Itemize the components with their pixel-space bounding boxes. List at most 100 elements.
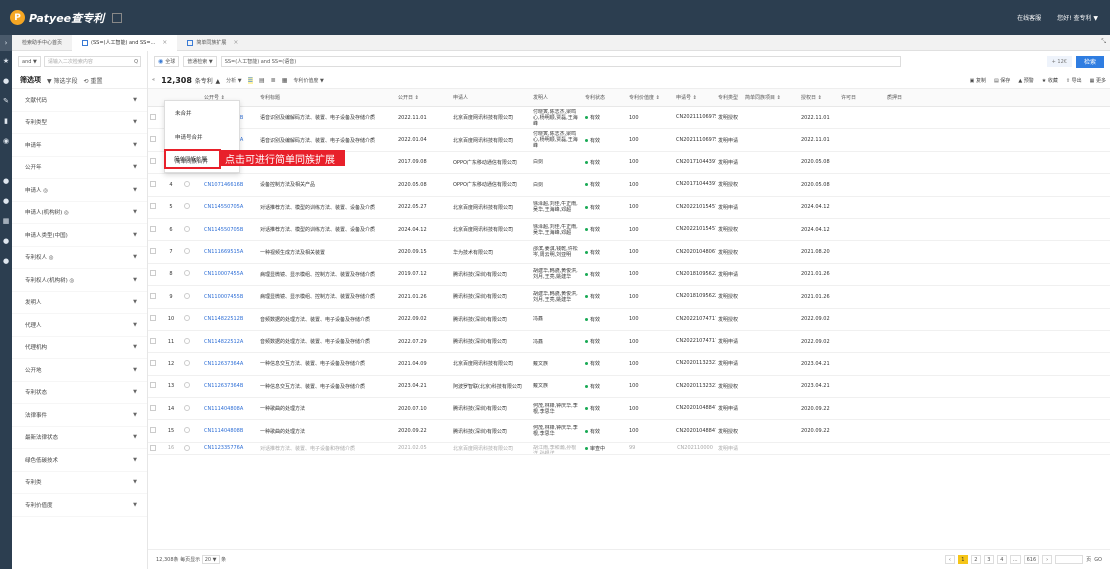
radio-icon[interactable]	[184, 248, 190, 255]
radio-icon[interactable]	[184, 444, 190, 451]
page-button[interactable]: 4	[996, 555, 1007, 564]
column-header[interactable]: 申请号 ⇕	[674, 94, 716, 101]
table-row[interactable]: 7 CN111669515A 一种视频生成方法及相关装置 2020.09.15 华为技术…	[148, 241, 1110, 264]
search-mode-select[interactable]: and ▼	[18, 56, 41, 67]
publication-number-link[interactable]: CN110007455A	[202, 271, 258, 277]
patent-title[interactable]: 语音识别及编解码方法、装置、电子设备及存储介质	[258, 137, 396, 144]
radio-icon[interactable]	[184, 292, 190, 299]
applicant[interactable]: OPPO广东移动通信有限公司	[451, 181, 531, 188]
row-checkbox[interactable]	[148, 136, 160, 144]
applicant[interactable]: 北京百度网讯科技有限公司	[451, 204, 531, 211]
close-icon[interactable]: ×	[233, 39, 238, 46]
filter-item[interactable]: 法律事件 ▼	[12, 404, 147, 427]
publication-number-link[interactable]: CN114822512B	[202, 316, 258, 322]
applicant[interactable]: 北京百度网讯科技有限公司	[451, 226, 531, 233]
publication-number-link[interactable]: CN112637364A	[202, 361, 258, 367]
filter-item[interactable]: 绿色低碳技术 ▼	[12, 449, 147, 472]
row-checkbox[interactable]	[148, 337, 160, 346]
rail-nav-icon[interactable]: ●	[0, 251, 12, 271]
checkbox-icon[interactable]	[150, 359, 156, 366]
checkbox-icon[interactable]	[150, 404, 156, 411]
checkbox-icon[interactable]	[150, 292, 156, 299]
column-header[interactable]: 专利价值度 ⇕	[627, 94, 674, 101]
checkbox-icon[interactable]	[150, 203, 156, 210]
checkbox-icon[interactable]	[150, 382, 156, 389]
scope-select[interactable]: ◉ 全球	[154, 56, 180, 67]
patent-title[interactable]: 一种歌曲的处理方法	[258, 428, 396, 435]
row-checkbox[interactable]	[148, 225, 160, 234]
collapse-panel-icon[interactable]: «	[152, 77, 155, 83]
row-radio[interactable]	[182, 225, 202, 234]
checkbox-icon[interactable]	[150, 427, 156, 434]
secondary-search-input[interactable]: 请输入二次检索内容 Q	[43, 56, 141, 67]
filter-item[interactable]: 专利状态 ▼	[12, 382, 147, 404]
row-radio[interactable]	[182, 337, 202, 346]
detail-view-icon[interactable]: ≣	[271, 77, 276, 84]
patent-title[interactable]: 病理显微镜、显示模组、控制方法、装置及存储介质	[258, 293, 396, 300]
option-no-merge[interactable]: 未合并	[165, 101, 239, 125]
radio-icon[interactable]	[184, 404, 190, 411]
checkbox-icon[interactable]	[150, 113, 156, 120]
favorite-button[interactable]: ★ 收藏	[1042, 77, 1058, 84]
app-logo[interactable]: P Patyee查专利	[10, 10, 123, 26]
filter-fields-button[interactable]: ▼ 筛选字段	[47, 76, 78, 85]
rail-nav-icon[interactable]: ›	[0, 35, 12, 51]
publication-number-link[interactable]: CN114550705B	[202, 227, 258, 233]
row-checkbox[interactable]	[148, 427, 160, 435]
filter-item[interactable]: 公开地 ▼	[12, 359, 147, 382]
option-family-expand[interactable]: 简单同族扩展	[164, 149, 221, 169]
rail-nav-icon[interactable]: ✎	[0, 91, 12, 111]
search-icon[interactable]: Q	[134, 59, 138, 65]
row-radio[interactable]	[182, 180, 202, 189]
rail-nav-icon[interactable]: ●	[0, 191, 12, 211]
publication-number-link[interactable]: CN112637364B	[202, 383, 258, 389]
table-row[interactable]: 11 CN114822512A 音频数据的处理方法、装置、电子设备及存储介质 2022…	[148, 331, 1110, 354]
more-button[interactable]: ▦ 更多	[1090, 77, 1106, 84]
applicant[interactable]: 阿波罗智联(北京)科技有限公司	[451, 383, 531, 390]
patent-title[interactable]: 一种视频生成方法及相关装置	[258, 249, 396, 256]
row-radio[interactable]	[182, 203, 202, 211]
page-button[interactable]: 616	[1023, 555, 1040, 564]
patent-title[interactable]: 音频数据的处理方法、装置、电子设备及存储介质	[258, 316, 396, 323]
reset-button[interactable]: ⟲ 重置	[84, 76, 103, 85]
applicant[interactable]: 腾讯科技(深圳)有限公司	[451, 293, 531, 300]
filter-item[interactable]: 代理机构 ▼	[12, 337, 147, 359]
row-checkbox[interactable]	[148, 404, 160, 413]
checkbox-icon[interactable]	[150, 136, 156, 143]
radio-icon[interactable]	[184, 270, 190, 277]
page-input[interactable]	[1055, 555, 1084, 564]
table-row[interactable]: 5 CN114550705A 对话推荐方法、模型的训练方法、装置、设备及介质 2022…	[148, 197, 1110, 219]
row-checkbox[interactable]	[148, 315, 160, 323]
alert-button[interactable]: ▲ 预警	[1018, 77, 1033, 84]
table-row[interactable]: 6 CN114550705B 对话推荐方法、模型的训练方法、装置、设备及介质 2024…	[148, 219, 1110, 242]
save-button[interactable]: ▤ 保存	[994, 77, 1010, 84]
tab-search-results[interactable]: (SS=(人工智能) and SS=... ×	[72, 34, 178, 51]
row-checkbox[interactable]	[148, 359, 160, 368]
filter-item[interactable]: 专利价值度 ▼	[12, 494, 147, 517]
row-radio[interactable]	[182, 404, 202, 413]
row-radio[interactable]	[182, 444, 202, 453]
checkbox-icon[interactable]	[150, 158, 156, 165]
table-view-icon[interactable]: ▤	[259, 77, 265, 84]
filter-item[interactable]: 发明人 ▼	[12, 292, 147, 314]
rail-nav-icon[interactable]: ●	[0, 171, 12, 191]
sort-select[interactable]: 专利价值度 ▼	[293, 77, 323, 84]
patent-title[interactable]: 一种信息交互方法、装置、电子设备及存储介质	[258, 383, 396, 390]
table-row[interactable]: 1CN113889076B语音识别及编解码方法、装置、电子设备及存储介质2022…	[148, 107, 1110, 130]
rail-nav-icon[interactable]: ●	[0, 71, 12, 91]
row-radio[interactable]	[182, 270, 202, 278]
radio-icon[interactable]	[184, 382, 190, 389]
tab-home[interactable]: 检索助手中心首页	[12, 35, 72, 51]
radio-icon[interactable]	[184, 180, 190, 187]
applicant[interactable]: 腾讯科技(深圳)有限公司	[451, 428, 531, 435]
publication-number-link[interactable]: CN110007455B	[202, 294, 258, 300]
applicant[interactable]: 北京百度网讯科技有限公司	[451, 445, 531, 452]
query-badge[interactable]: + 12€	[1046, 56, 1072, 67]
filter-item[interactable]: 专利类型 ▼	[12, 112, 147, 134]
rail-nav-icon[interactable]: ★	[0, 51, 12, 71]
row-checkbox[interactable]	[148, 270, 160, 278]
applicant[interactable]: 腾讯科技(深圳)有限公司	[451, 316, 531, 323]
checkbox-icon[interactable]	[150, 444, 156, 451]
applicant[interactable]: OPPO广东移动通信有限公司	[451, 159, 531, 166]
row-checkbox[interactable]	[148, 203, 160, 211]
